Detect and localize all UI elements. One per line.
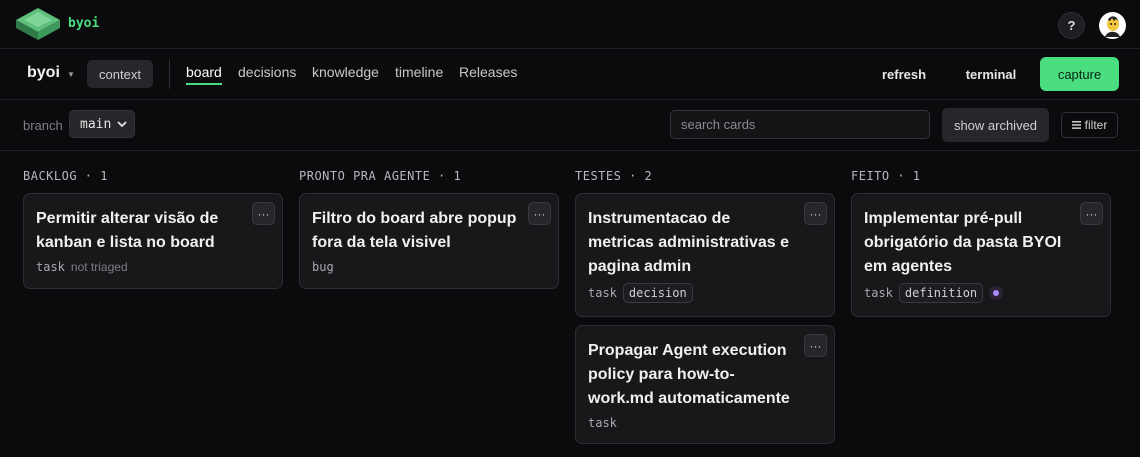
capture-button[interactable]: capture: [1040, 57, 1119, 91]
active-tab-indicator: [186, 83, 222, 85]
column-header-testes: TESTES · 2: [575, 169, 653, 183]
card-menu-button[interactable]: ···: [1080, 202, 1103, 225]
nav-divider: [169, 59, 170, 89]
card[interactable]: Permitir alterar visão de kanban e lista…: [23, 193, 283, 289]
help-button[interactable]: ?: [1058, 12, 1085, 39]
refresh-button[interactable]: refresh: [872, 61, 936, 88]
tab-knowledge[interactable]: knowledge: [312, 64, 379, 80]
card-kind: task: [36, 260, 65, 274]
chevron-down-icon: [117, 121, 127, 128]
card-tag: definition: [898, 283, 984, 303]
column-header-backlog: BACKLOG · 1: [23, 169, 108, 183]
card-meta: task definition: [864, 283, 1004, 303]
tab-timeline[interactable]: timeline: [395, 64, 443, 80]
card-kind: task: [588, 416, 617, 430]
card[interactable]: Propagar Agent execution policy para how…: [575, 325, 835, 444]
branch-value: main: [80, 116, 112, 132]
top-bar: byoi ?: [0, 0, 1140, 49]
card-title: Instrumentacao de metricas administrativ…: [588, 210, 789, 275]
card[interactable]: Implementar pré-pull obrigatório da past…: [851, 193, 1111, 317]
context-button[interactable]: context: [87, 60, 153, 88]
card[interactable]: Filtro do board abre popup fora da tela …: [299, 193, 559, 289]
card[interactable]: Instrumentacao de metricas administrativ…: [575, 193, 835, 317]
filter-bar: branch main search cards show archived f…: [0, 100, 1140, 151]
byoi-logo-icon[interactable]: [14, 6, 62, 42]
show-archived-button[interactable]: show archived: [942, 108, 1049, 142]
card-kind: bug: [312, 260, 334, 274]
card-meta: task: [588, 416, 617, 430]
tab-releases[interactable]: Releases: [459, 64, 517, 80]
caret-down-icon[interactable]: ▼: [67, 70, 75, 79]
card-title: Filtro do board abre popup fora da tela …: [312, 210, 517, 251]
card-menu-button[interactable]: ···: [252, 202, 275, 225]
card-triage-status: not triaged: [70, 260, 128, 274]
status-dot-icon: [989, 286, 1004, 300]
card-title: Permitir alterar visão de kanban e lista…: [36, 210, 219, 251]
card-title: Implementar pré-pull obrigatório da past…: [864, 210, 1062, 275]
brand-name[interactable]: byoi: [68, 16, 99, 31]
filter-label: filter: [1084, 118, 1108, 132]
card-title: Propagar Agent execution policy para how…: [588, 342, 790, 407]
card-kind: task: [588, 286, 617, 300]
terminal-button[interactable]: terminal: [955, 61, 1027, 88]
filter-button[interactable]: filter: [1061, 112, 1118, 138]
card-meta: task decision: [588, 283, 693, 303]
search-input[interactable]: search cards: [670, 110, 930, 139]
branch-label: branch: [23, 118, 63, 133]
project-selector[interactable]: byoi: [27, 64, 60, 82]
nav-bar: byoi ▼ context board decisions knowledge…: [0, 49, 1140, 100]
tab-decisions[interactable]: decisions: [238, 64, 296, 80]
column-header-feito: FEITO · 1: [851, 169, 921, 183]
card-menu-button[interactable]: ···: [804, 202, 827, 225]
card-kind: task: [864, 286, 893, 300]
card-tag: decision: [622, 283, 693, 303]
user-avatar[interactable]: [1099, 12, 1126, 39]
list-icon: [1071, 121, 1081, 129]
branch-select[interactable]: main: [69, 110, 135, 138]
card-meta: bug: [312, 260, 334, 274]
column-header-pronto: PRONTO PRA AGENTE · 1: [299, 169, 462, 183]
card-menu-button[interactable]: ···: [804, 334, 827, 357]
card-menu-button[interactable]: ···: [528, 202, 551, 225]
tab-board[interactable]: board: [186, 64, 222, 80]
card-meta: task not triaged: [36, 260, 128, 274]
